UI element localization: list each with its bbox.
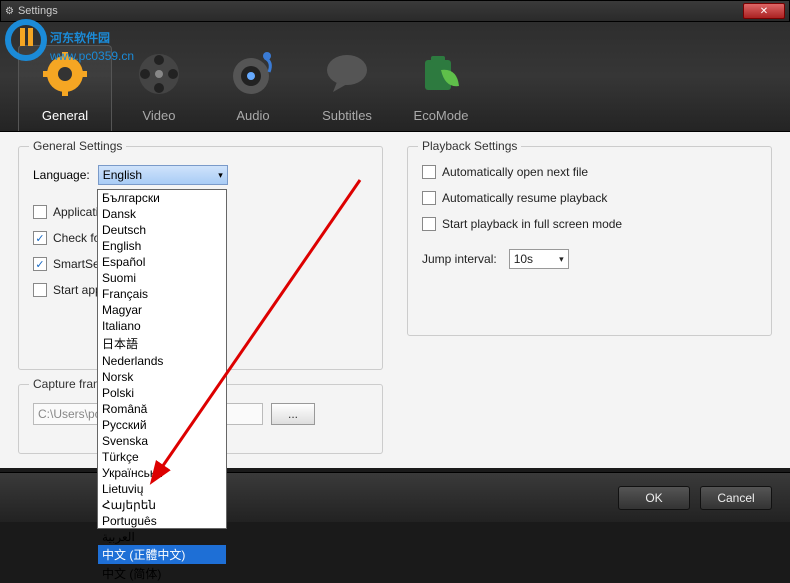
speech-bubble-icon (300, 46, 394, 102)
language-option[interactable]: Română (98, 401, 226, 417)
chevron-down-icon: ▾ (218, 170, 223, 181)
tab-video[interactable]: Video (112, 46, 206, 131)
fullscreen-checkbox[interactable] (422, 217, 436, 231)
language-option[interactable]: العربية (98, 529, 226, 545)
language-option[interactable]: 中文 (正體中文) (98, 545, 226, 564)
general-settings-group: General Settings Language: English ▾ App… (18, 146, 383, 370)
language-option[interactable]: Deutsch (98, 222, 226, 238)
gear-icon: ⚙ (5, 6, 14, 17)
gear-large-icon (19, 46, 111, 102)
tab-ecomode[interactable]: EcoMode (394, 46, 488, 131)
language-option[interactable]: 中文 (简体) (98, 564, 226, 583)
auto-next-checkbox[interactable] (422, 165, 436, 179)
language-option[interactable]: English (98, 238, 226, 254)
film-reel-icon (112, 46, 206, 102)
language-option[interactable]: Dansk (98, 206, 226, 222)
language-option[interactable]: Български (98, 190, 226, 206)
tab-subtitles[interactable]: Subtitles (300, 46, 394, 131)
battery-leaf-icon (394, 46, 488, 102)
playback-settings-group: Playback Settings Automatically open nex… (407, 146, 772, 336)
language-option[interactable]: Polski (98, 385, 226, 401)
language-option[interactable]: Українська (98, 465, 226, 481)
ok-button[interactable]: OK (618, 486, 690, 510)
language-option[interactable]: Español (98, 254, 226, 270)
language-option[interactable]: Magyar (98, 302, 226, 318)
close-button[interactable]: ✕ (743, 3, 785, 19)
language-label: Language: (33, 168, 90, 182)
start-app-checkbox[interactable] (33, 283, 47, 297)
application-checkbox[interactable] (33, 205, 47, 219)
language-option[interactable]: Suomi (98, 270, 226, 286)
language-option[interactable]: Svenska (98, 433, 226, 449)
language-option[interactable]: Lietuvių (98, 481, 226, 497)
browse-button[interactable]: ... (271, 403, 315, 425)
jump-interval-select[interactable]: 10s ▾ (509, 249, 569, 269)
check-updates-checkbox[interactable]: ✓ (33, 231, 47, 245)
language-select[interactable]: English ▾ (98, 165, 228, 185)
chevron-down-icon: ▾ (559, 254, 564, 265)
language-option[interactable]: Հայերեն (98, 497, 226, 513)
language-option[interactable]: Русский (98, 417, 226, 433)
auto-resume-checkbox[interactable] (422, 191, 436, 205)
language-option[interactable]: 日本語 (98, 334, 226, 353)
language-option[interactable]: Norsk (98, 369, 226, 385)
language-option[interactable]: Italiano (98, 318, 226, 334)
cancel-button[interactable]: Cancel (700, 486, 772, 510)
window-title: Settings (18, 5, 743, 17)
tab-general[interactable]: General (18, 45, 112, 131)
language-option[interactable]: Français (98, 286, 226, 302)
language-option[interactable]: Português (98, 513, 226, 529)
tab-audio[interactable]: Audio (206, 46, 300, 131)
jump-interval-label: Jump interval: (422, 252, 497, 266)
settings-tabs: General Video Audio Subtitles EcoMode (0, 22, 790, 132)
language-option[interactable]: Nederlands (98, 353, 226, 369)
language-dropdown[interactable]: БългарскиDanskDeutschEnglishEspañolSuomi… (97, 189, 227, 529)
language-option[interactable]: Türkçe (98, 449, 226, 465)
smartseek-checkbox[interactable]: ✓ (33, 257, 47, 271)
speaker-icon (206, 46, 300, 102)
